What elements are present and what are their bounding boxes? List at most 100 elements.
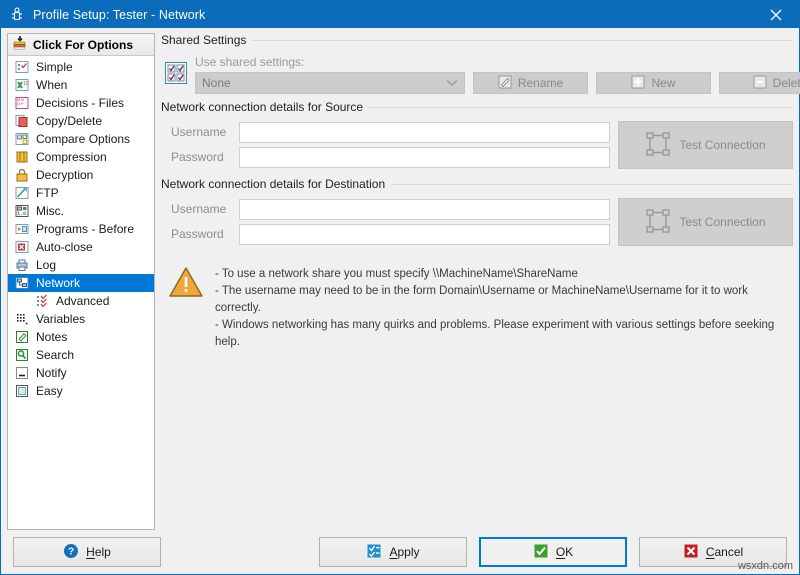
sidebar-item-compression[interactable]: Compression (8, 148, 154, 166)
use-shared-settings-label: Use shared settings: (195, 55, 465, 72)
ok-mnemonic: O (556, 545, 565, 559)
decryption-icon (14, 167, 30, 183)
destination-password-input[interactable] (239, 224, 610, 245)
sidebar-item-when[interactable]: 10 When (8, 76, 154, 94)
sidebar-item-decryption[interactable]: Decryption (8, 166, 154, 184)
source-fields: Username Password (165, 121, 610, 171)
sidebar-item-notes[interactable]: Notes (8, 328, 154, 346)
sidebar-item-label: Decisions - Files (36, 96, 124, 110)
sidebar-item-easy[interactable]: Easy (8, 382, 154, 400)
sidebar-header[interactable]: Click For Options (8, 34, 154, 56)
svg-text:10: 10 (23, 81, 29, 87)
warning-line: - The username may need to be in the for… (215, 283, 787, 317)
network-nodes-icon (645, 208, 671, 237)
sidebar-item-ftp[interactable]: FTP (8, 184, 154, 202)
watermark: wsxdn.com (738, 560, 793, 572)
shared-settings-dropdown-value: None (202, 76, 231, 90)
rename-label: Rename (518, 76, 563, 90)
shared-settings-dropdown[interactable]: None (195, 72, 465, 94)
simple-icon (14, 59, 30, 75)
divider (252, 40, 793, 41)
source-password-label: Password (165, 150, 239, 164)
source-connection-group: Network connection details for Source Us… (161, 100, 793, 175)
cancel-label-rest: ancel (714, 545, 743, 559)
source-connection-title: Network connection details for Source (161, 100, 793, 116)
sidebar-item-label: Log (36, 258, 56, 272)
sidebar-item-label: Compression (36, 150, 107, 164)
apply-mnemonic: A (389, 545, 397, 559)
close-icon[interactable] (753, 1, 799, 28)
title-bar: Profile Setup: Tester - Network (1, 1, 799, 28)
help-label-rest: elp (95, 545, 111, 559)
sidebar-item-notify[interactable]: Notify (8, 364, 154, 382)
sidebar-item-variables[interactable]: Variables (8, 310, 154, 328)
warning-line: - To use a network share you must specif… (215, 266, 787, 283)
sidebar-item-list: Simple 10 When MNOP Decisions - Files (8, 56, 154, 529)
delete-label: Delete (773, 76, 800, 90)
ok-button[interactable]: OK (479, 537, 627, 567)
shared-settings-group: Shared Settings (161, 33, 793, 98)
auto-close-icon (14, 239, 30, 255)
destination-connection-title: Network connection details for Destinati… (161, 177, 793, 193)
sidebar-item-label: Copy/Delete (36, 114, 102, 128)
destination-username-input[interactable] (239, 199, 610, 220)
sidebar-item-compare-options[interactable]: Compare Options (8, 130, 154, 148)
sidebar-item-copy-delete[interactable]: Copy/Delete (8, 112, 154, 130)
apply-label: Apply (389, 545, 419, 559)
compression-icon (14, 149, 30, 165)
sidebar-item-label: Network (36, 276, 80, 290)
easy-icon (14, 383, 30, 399)
network-icon (14, 275, 30, 291)
sidebar-item-simple[interactable]: Simple (8, 58, 154, 76)
rename-shared-settings-button[interactable]: Rename (473, 72, 588, 94)
delete-shared-settings-button[interactable]: Delete (719, 72, 800, 94)
ok-label-rest: K (565, 545, 573, 559)
sidebar-item-search[interactable]: Search (8, 346, 154, 364)
sidebar-item-log[interactable]: Log (8, 256, 154, 274)
svg-text:P: P (21, 101, 24, 106)
help-mnemonic: H (86, 545, 95, 559)
source-connection-body: Username Password (161, 116, 793, 175)
warning-triangle-icon (169, 266, 203, 301)
profile-setup-window: Profile Setup: Tester - Network (0, 0, 800, 575)
red-x-icon (683, 543, 699, 562)
help-button[interactable]: ? Help (13, 537, 161, 567)
sidebar-item-label: Advanced (56, 294, 109, 308)
sidebar-item-label: FTP (36, 186, 59, 200)
programs-icon (14, 221, 30, 237)
destination-test-connection-label: Test Connection (679, 215, 765, 229)
apply-button[interactable]: Apply (319, 537, 467, 567)
destination-password-row: Password (165, 223, 610, 245)
shared-settings-label: Shared Settings (161, 33, 246, 47)
source-username-input[interactable] (239, 122, 610, 143)
sidebar-item-label: Notify (36, 366, 67, 380)
sidebar-item-decisions-files[interactable]: MNOP Decisions - Files (8, 94, 154, 112)
cancel-label: Cancel (706, 545, 743, 559)
sidebar-item-label: Compare Options (36, 132, 130, 146)
new-shared-settings-button[interactable]: New (596, 72, 711, 94)
shared-settings-checkboxes-icon (165, 62, 187, 87)
advanced-icon (34, 293, 50, 309)
source-password-input[interactable] (239, 147, 610, 168)
options-sidebar: Click For Options Simple 10 When (7, 33, 155, 530)
sidebar-item-advanced[interactable]: Advanced (8, 292, 154, 310)
log-icon (14, 257, 30, 273)
destination-username-label: Username (165, 202, 239, 216)
source-test-connection-button[interactable]: Test Connection (618, 121, 793, 169)
sidebar-item-misc[interactable]: 1.0 Misc. (8, 202, 154, 220)
help-question-icon: ? (63, 543, 79, 562)
sidebar-item-label: Search (36, 348, 74, 362)
sidebar-item-label: Auto-close (36, 240, 93, 254)
network-nodes-icon (645, 131, 671, 160)
ftp-icon (14, 185, 30, 201)
sidebar-item-network[interactable]: Network (8, 274, 154, 292)
shared-settings-title: Shared Settings (161, 33, 793, 49)
window-title: Profile Setup: Tester - Network (33, 8, 753, 22)
destination-test-connection-button[interactable]: Test Connection (618, 198, 793, 246)
compare-icon (14, 131, 30, 147)
divider (369, 107, 793, 108)
layers-options-icon (12, 35, 28, 54)
sidebar-item-programs-before[interactable]: Programs - Before (8, 220, 154, 238)
sidebar-item-auto-close[interactable]: Auto-close (8, 238, 154, 256)
help-label: Help (86, 545, 111, 559)
